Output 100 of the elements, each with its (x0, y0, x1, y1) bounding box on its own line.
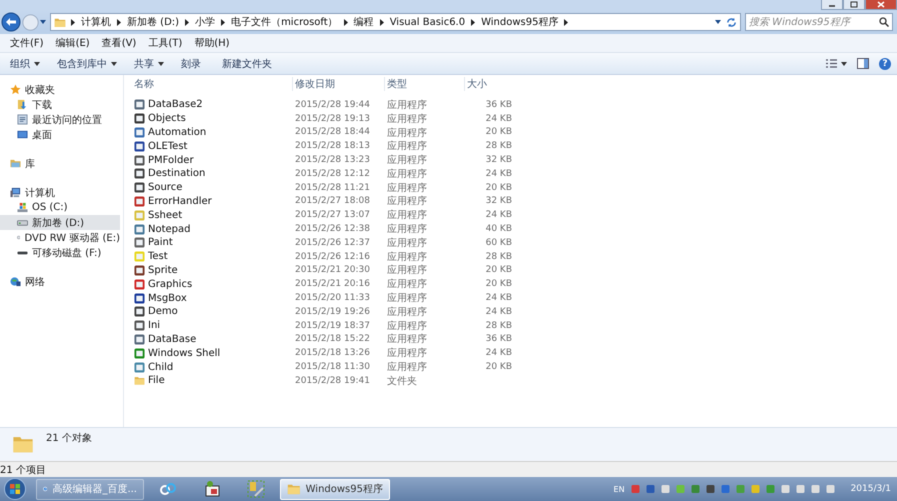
maximize-icon (849, 1, 859, 8)
file-name[interactable]: MsgBox (148, 292, 187, 304)
sidebar-item[interactable]: 计算机 (0, 185, 120, 200)
file-size: 32 KB (484, 196, 513, 206)
file-type: 文件夹 (386, 374, 418, 388)
file-name[interactable]: Paint (148, 237, 173, 248)
drive-icon (17, 217, 28, 228)
sidebar-item[interactable]: 网络 (0, 274, 120, 289)
file-name[interactable]: Destination (148, 168, 206, 180)
toolbar-button[interactable]: 新建文件夹 (217, 54, 284, 72)
program-icon (134, 306, 145, 318)
file-name[interactable]: Ini (148, 320, 160, 332)
start-button[interactable] (4, 478, 26, 500)
menu-item[interactable]: 查看(V) (98, 35, 140, 51)
refresh-icon[interactable] (726, 16, 737, 28)
file-name[interactable]: Notepad (148, 224, 190, 235)
file-name[interactable]: OLETest (148, 140, 188, 152)
file-name[interactable]: Ssheet (148, 210, 182, 221)
file-size: 20 KB (484, 127, 513, 138)
file-size: 28 KB (484, 252, 513, 262)
sidebar-item[interactable]: DVD RW 驱动器 (E:) (0, 230, 120, 245)
breadcrumb-item[interactable]: 新加卷 (D:) (126, 15, 180, 29)
program-icon (134, 320, 145, 332)
modified-date: 2015/2/28 19:41 (294, 376, 371, 386)
file-name[interactable]: Graphics (148, 278, 192, 290)
program-icon (134, 237, 145, 248)
toolbar-button[interactable]: 包含到库中 (52, 54, 125, 72)
sidebar-item[interactable]: OS (C:) (0, 200, 120, 215)
status-text: 21 个项目 (0, 464, 46, 476)
toolbar-button[interactable]: 共享 (129, 54, 172, 72)
file-name[interactable]: Source (148, 182, 182, 194)
program-icon (134, 99, 145, 110)
program-icon (134, 348, 145, 359)
column-header[interactable]: 类型 (384, 76, 464, 90)
program-icon (134, 251, 145, 262)
file-type: 应用程序 (386, 332, 428, 346)
sidebar-item[interactable]: 可移动磁盘 (F:) (0, 245, 120, 260)
column-header[interactable]: 名称 (132, 76, 292, 90)
menu-item[interactable]: 帮助(H) (190, 35, 234, 51)
caret-icon (111, 62, 117, 66)
sidebar-item[interactable]: 下载 (0, 97, 120, 112)
star-icon (10, 84, 21, 95)
breadcrumb-item[interactable]: 电子文件（microsoft） (230, 15, 339, 29)
file-name[interactable]: Windows Shell (148, 348, 220, 359)
file-name[interactable]: Demo (148, 306, 178, 318)
file-size: 40 KB (484, 224, 513, 234)
preview-pane-button[interactable] (857, 58, 869, 69)
modified-date: 2015/2/18 11:30 (294, 362, 371, 372)
file-name[interactable]: DataBase2 (148, 99, 203, 110)
sidebar-item[interactable]: 最近访问的位置 (0, 112, 120, 127)
tools-icon (247, 480, 265, 498)
file-type: 应用程序 (386, 278, 428, 292)
chevron-icon (221, 18, 226, 26)
sidebar-item[interactable]: 收藏夹 (0, 82, 120, 97)
program-icon (134, 224, 145, 235)
breadcrumb-item[interactable]: 小学 (194, 15, 216, 29)
close-button[interactable] (865, 0, 897, 10)
program-icon (134, 168, 145, 180)
back-button[interactable] (1, 12, 21, 32)
program-icon (134, 278, 145, 290)
file-size: 20 KB (484, 265, 513, 276)
address-bar[interactable]: 计算机 新加卷 (D:) 小学 电子文件（microsoft） 编程 Visual Basic6.0 Windows95程序 (50, 13, 741, 31)
maximize-button[interactable] (843, 0, 865, 10)
file-name[interactable]: PMFolder (148, 154, 194, 166)
menu-item[interactable]: 工具(T) (144, 35, 186, 51)
file-size: 20 KB (484, 362, 513, 372)
column-header[interactable]: 大小 (464, 76, 514, 90)
chevron-icon (471, 18, 476, 26)
breadcrumb-item[interactable]: Visual Basic6.0 (388, 16, 466, 28)
breadcrumb-item[interactable]: 编程 (352, 15, 375, 29)
modified-date: 2015/2/18 15:22 (294, 334, 371, 344)
view-options-button[interactable] (826, 59, 847, 68)
file-size: 24 KB (484, 168, 513, 179)
taskbar-button[interactable]: Windows95程序 (280, 478, 390, 500)
menu-item[interactable]: 编辑(E) (52, 35, 94, 51)
file-name[interactable]: Objects (148, 113, 186, 124)
program-icon (134, 154, 145, 166)
file-name[interactable]: DataBase (148, 334, 196, 345)
program-icon (134, 210, 145, 221)
sidebar-item[interactable]: 库 (0, 156, 120, 171)
file-name[interactable]: Automation (148, 126, 206, 138)
file-name[interactable]: Child (148, 362, 174, 373)
sidebar-item[interactable]: 桌面 (0, 127, 120, 142)
program-icon (134, 126, 145, 138)
help-button[interactable]: ? (879, 58, 891, 70)
column-header[interactable]: 修改日期 (292, 76, 384, 90)
breadcrumb-item[interactable]: Windows95程序 (480, 15, 560, 29)
toolbar-button[interactable]: 刻录 (176, 54, 213, 72)
menu-item[interactable]: 文件(F) (6, 35, 48, 51)
list-view-icon (826, 59, 837, 68)
file-name[interactable]: File (148, 375, 165, 386)
caret-icon (841, 62, 847, 66)
minimize-button[interactable] (821, 0, 843, 10)
file-name[interactable]: ErrorHandler (148, 196, 212, 207)
sidebar-item[interactable]: 新加卷 (D:) (0, 215, 120, 230)
toolbar-button[interactable]: 组织 (5, 54, 48, 72)
file-type: 应用程序 (386, 140, 428, 154)
breadcrumb-item[interactable]: 计算机 (80, 15, 112, 29)
file-name[interactable]: Test (148, 251, 168, 262)
file-name[interactable]: Sprite (148, 264, 178, 276)
